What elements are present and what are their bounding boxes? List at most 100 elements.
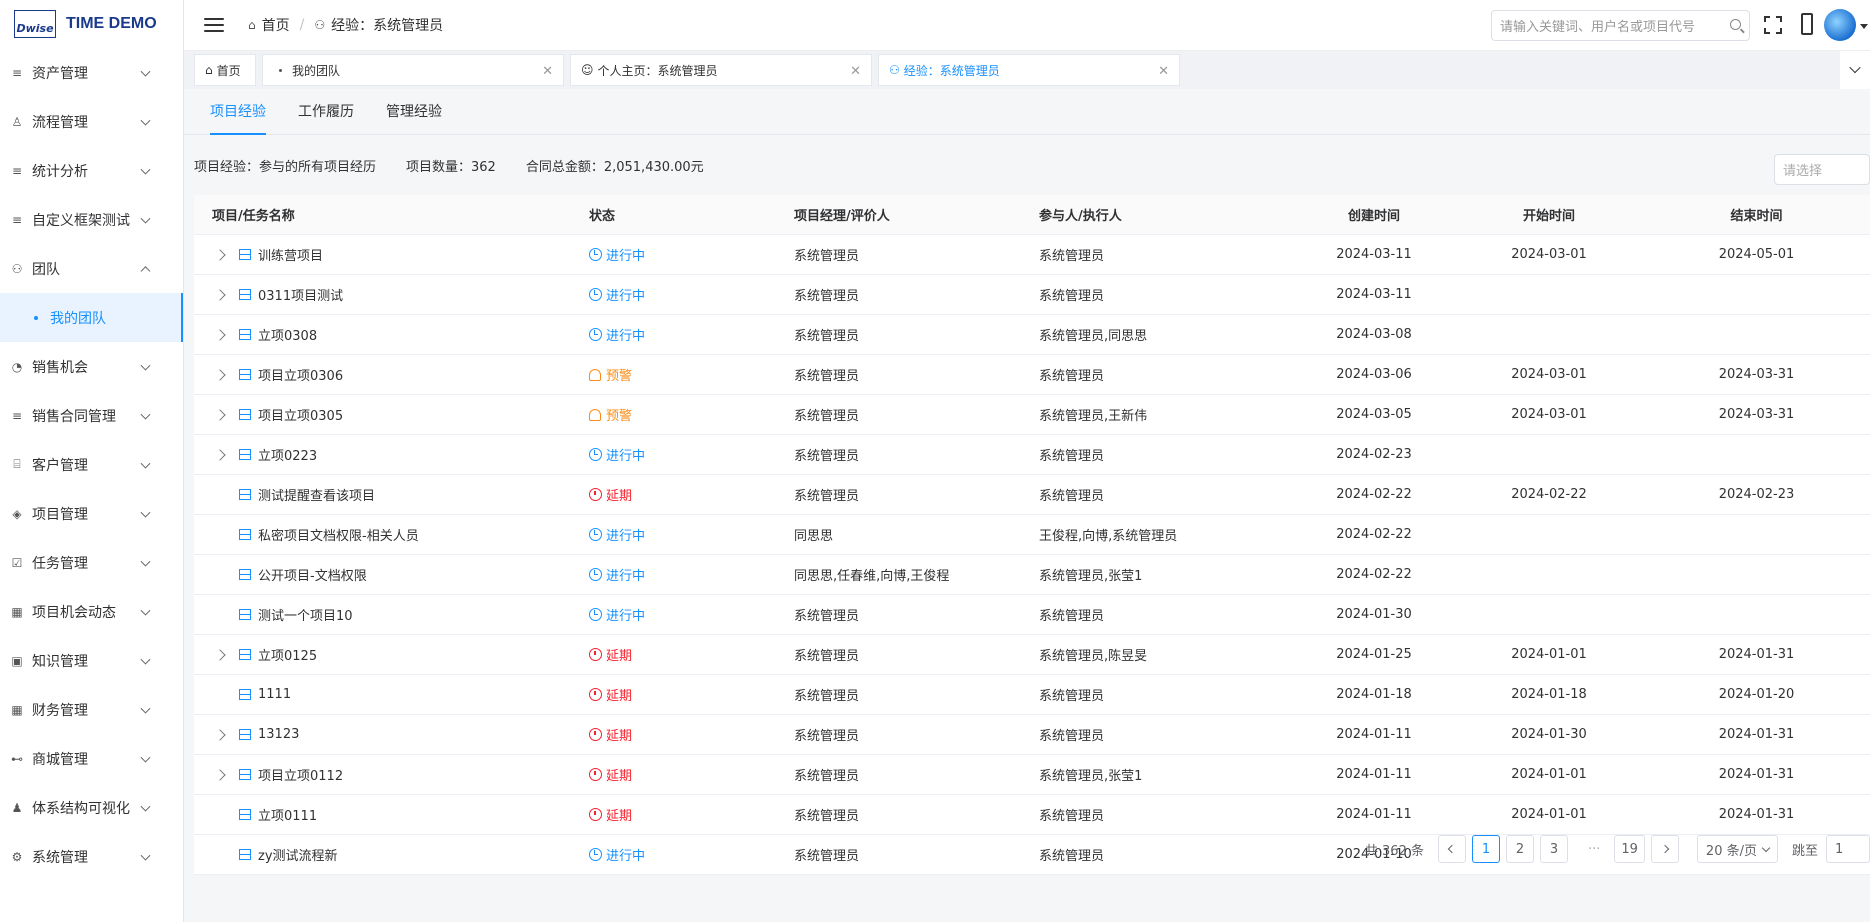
project-name[interactable]: 0311项目测试 — [258, 285, 343, 304]
expand-icon[interactable] — [214, 288, 226, 301]
project-name[interactable]: 立项0223 — [258, 445, 317, 464]
jump-input[interactable]: 1 — [1826, 835, 1870, 863]
sidebar-item[interactable]: ⚙ 系统管理 — [0, 832, 183, 881]
project-name[interactable]: zy测试流程新 — [258, 845, 338, 864]
sidebar-item[interactable]: ≡ 统计分析 — [0, 146, 183, 195]
expand-icon[interactable] — [214, 768, 226, 781]
page-2-button[interactable]: 2 — [1505, 835, 1534, 863]
table-row[interactable]: 测试提醒查看该项目 延期 系统管理员 系统管理员 2024-02-22 2024-02-2… — [194, 475, 1870, 515]
table-row[interactable]: 0311项目测试 进行中 系统管理员 系统管理员 2024-03-11 — [194, 275, 1870, 315]
chevron-icon — [140, 360, 151, 371]
tab-personal-home[interactable]: ☺ 个人主页：系统管理员 ✕ — [570, 54, 872, 86]
project-name[interactable]: 立项0111 — [258, 805, 317, 824]
cell-name: 立项0223 — [194, 445, 589, 464]
cell-end: 2024-01-31 — [1718, 727, 1795, 742]
table-row[interactable]: 1111 延期 系统管理员 系统管理员 2024-01-18 2024-01-18 2024… — [194, 675, 1870, 715]
layers-icon — [238, 728, 252, 742]
pager-ellipsis[interactable]: ··· — [1588, 842, 1600, 857]
tab-home[interactable]: ⌂ 首页 — [194, 54, 256, 86]
table-row[interactable]: 项目立项0305 预警 系统管理员 系统管理员,王新伟 2024-03-05 2024-0… — [194, 395, 1870, 435]
expand-icon[interactable] — [214, 648, 226, 661]
subtab-management-experience[interactable]: 管理经验 — [370, 88, 458, 134]
expand-icon[interactable] — [214, 328, 226, 341]
sidebar-item[interactable]: ♙ 流程管理 — [0, 97, 183, 146]
sidebar-item[interactable]: ≡ 销售合同管理 — [0, 391, 183, 440]
subtabs: 项目经验 工作履历 管理经验 — [184, 89, 1870, 135]
project-name[interactable]: 立项0125 — [258, 645, 317, 664]
sidebar-item[interactable]: ▦ 项目机会动态 — [0, 587, 183, 636]
cell-created: 2024-03-08 — [1336, 327, 1412, 342]
sidebar-item[interactable]: ◈ 项目管理 — [0, 489, 183, 538]
avatar[interactable] — [1824, 9, 1856, 41]
breadcrumb-home[interactable]: 首页 — [262, 15, 290, 35]
fullscreen-icon[interactable] — [1764, 16, 1782, 34]
expand-icon[interactable] — [214, 248, 226, 261]
list-icon: ≡ — [11, 212, 23, 227]
table-row[interactable]: 项目立项0306 预警 系统管理员 系统管理员 2024-03-06 2024-03-01… — [194, 355, 1870, 395]
status-badge: 预警 — [589, 405, 794, 424]
sidebar-item[interactable]: ☑ 任务管理 — [0, 538, 183, 587]
project-name[interactable]: 私密项目文档权限-相关人员 — [258, 525, 419, 544]
project-name[interactable]: 项目立项0306 — [258, 365, 343, 384]
page-3-button[interactable]: 3 — [1539, 835, 1568, 863]
page-last-button[interactable]: 19 — [1614, 835, 1645, 863]
filter-select[interactable]: 请选择 — [1774, 154, 1870, 185]
expand-icon[interactable] — [214, 408, 226, 421]
search-icon[interactable] — [1730, 19, 1741, 30]
avatar-dropdown-icon[interactable] — [1860, 24, 1868, 29]
page-1-button[interactable]: 1 — [1471, 835, 1500, 863]
table-row[interactable]: 立项0308 进行中 系统管理员 系统管理员,同思思 2024-03-08 — [194, 315, 1870, 355]
sidebar-item[interactable]: ▣ 知识管理 — [0, 636, 183, 685]
table-row[interactable]: 项目立项0112 延期 系统管理员 系统管理员,张莹1 2024-01-11 2024-0… — [194, 755, 1870, 795]
logo[interactable]: Dwise TIME DEMO — [0, 0, 183, 48]
tab-experience[interactable]: ⚇ 经验：系统管理员 ✕ — [878, 54, 1180, 86]
sidebar-item[interactable]: ♟ 体系结构可视化 — [0, 783, 183, 832]
next-page-button[interactable] — [1650, 835, 1679, 863]
project-name[interactable]: 测试一个项目10 — [258, 605, 353, 624]
table-row[interactable]: 训练营项目 进行中 系统管理员 系统管理员 2024-03-11 2024-03-01 20… — [194, 235, 1870, 275]
project-name[interactable]: 立项0308 — [258, 325, 317, 344]
table-row[interactable]: 测试一个项目10 进行中 系统管理员 系统管理员 2024-01-30 — [194, 595, 1870, 635]
project-name[interactable]: 公开项目-文档权限 — [258, 565, 367, 584]
close-icon[interactable]: ✕ — [542, 64, 553, 79]
sidebar-item-my-team[interactable]: 我的团队 — [0, 293, 183, 342]
table-row[interactable]: 立项0125 延期 系统管理员 系统管理员,陈昱旻 2024-01-25 2024-01-… — [194, 635, 1870, 675]
sidebar-item[interactable]: ⌸ 客户管理 — [0, 440, 183, 489]
table-row[interactable]: 公开项目-文档权限 进行中 同思思,任春维,向博,王俊程 系统管理员,张莹1 2024-… — [194, 555, 1870, 595]
prev-page-button[interactable] — [1437, 835, 1466, 863]
sidebar-item-label: 知识管理 — [32, 653, 88, 670]
subtab-work-history[interactable]: 工作履历 — [282, 88, 370, 134]
expand-icon[interactable] — [214, 448, 226, 461]
project-name[interactable]: 测试提醒查看该项目 — [258, 485, 375, 504]
sidebar-item[interactable]: ◔ 销售机会 — [0, 342, 183, 391]
project-name[interactable]: 1111 — [258, 687, 291, 702]
global-search-input[interactable]: 请输入关键词、用户名或项目代号 — [1491, 10, 1750, 41]
close-icon[interactable]: ✕ — [850, 64, 861, 79]
close-icon[interactable]: ✕ — [1158, 64, 1169, 79]
page-size-select[interactable]: 20 条/页 — [1696, 835, 1778, 863]
sidebar-item[interactable]: ⚇ 团队 — [0, 244, 183, 293]
mobile-icon[interactable] — [1801, 13, 1813, 35]
expand-icon[interactable] — [214, 728, 226, 741]
tab-my-team[interactable]: 我的团队 ✕ — [262, 54, 564, 86]
cell-created: 2024-01-11 — [1336, 807, 1412, 822]
cell-name: 0311项目测试 — [194, 285, 589, 304]
sidebar-item[interactable]: ⊷ 商城管理 — [0, 734, 183, 783]
table-row[interactable]: 立项0223 进行中 系统管理员 系统管理员 2024-02-23 — [194, 435, 1870, 475]
project-name[interactable]: 项目立项0305 — [258, 405, 343, 424]
menu-toggle-icon[interactable] — [204, 18, 224, 32]
sidebar-item[interactable]: ≡ 自定义框架测试 — [0, 195, 183, 244]
status-label: 进行中 — [606, 329, 646, 344]
cell-pm: 系统管理员 — [794, 689, 860, 704]
expand-icon[interactable] — [214, 368, 226, 381]
table-row[interactable]: 私密项目文档权限-相关人员 进行中 同思思 王俊程,向博,系统管理员 2024-02-2… — [194, 515, 1870, 555]
table-row[interactable]: 13123 延期 系统管理员 系统管理员 2024-01-11 2024-01-30 202… — [194, 715, 1870, 755]
subtab-project-experience[interactable]: 项目经验 — [194, 88, 282, 135]
sidebar-item[interactable]: ≡ 资产管理 — [0, 48, 183, 97]
project-name[interactable]: 13123 — [258, 727, 299, 742]
tabs-dropdown[interactable] — [1840, 51, 1870, 89]
project-name[interactable]: 训练营项目 — [258, 245, 323, 264]
project-name[interactable]: 项目立项0112 — [258, 765, 343, 784]
sidebar-item[interactable]: ▦ 财务管理 — [0, 685, 183, 734]
cell-start: 2024-03-01 — [1511, 247, 1587, 262]
